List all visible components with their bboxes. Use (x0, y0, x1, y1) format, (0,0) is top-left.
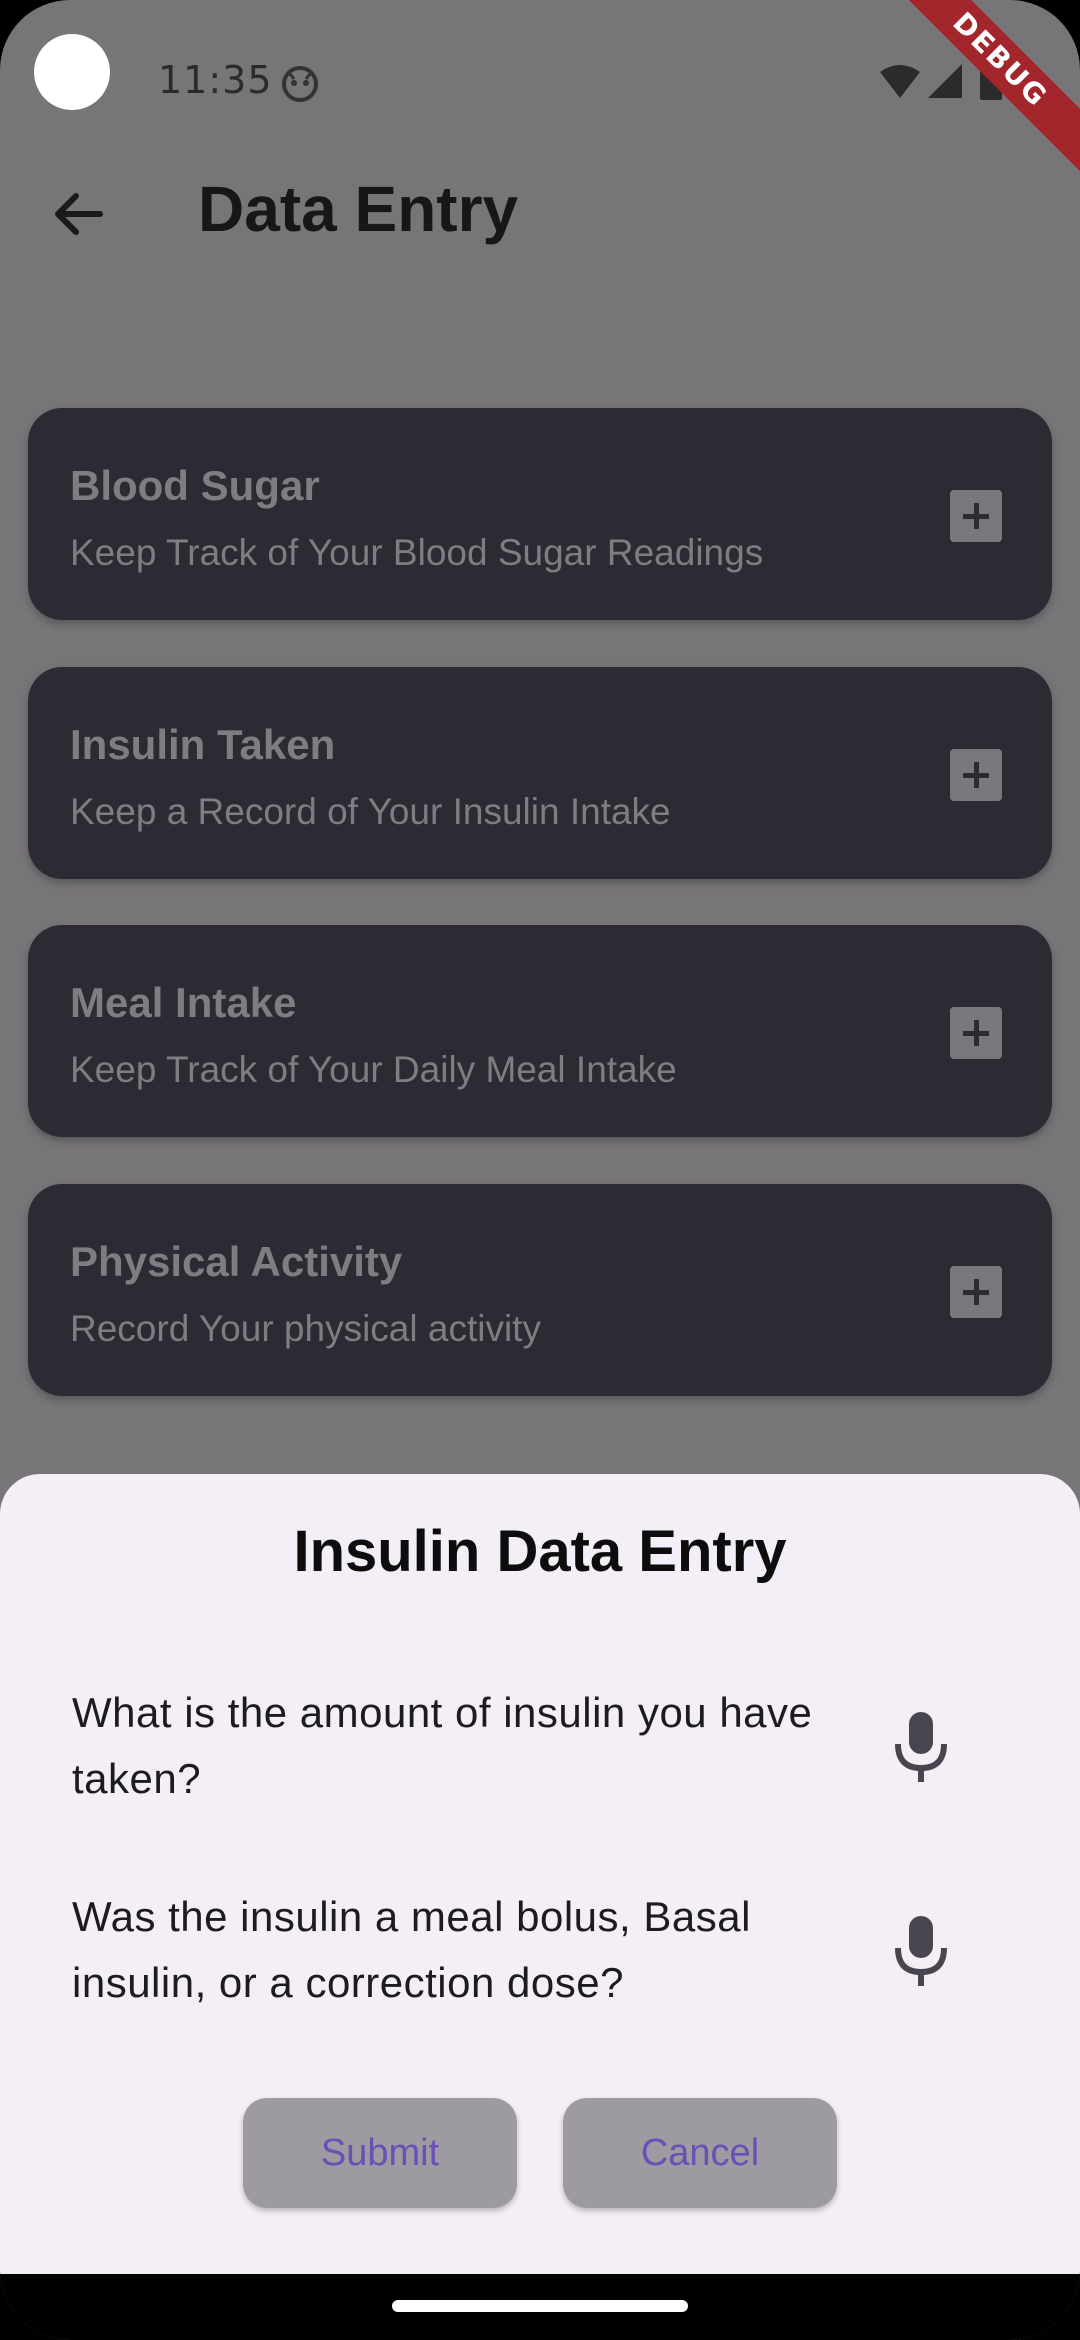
signal-icon (928, 64, 962, 98)
plus-box-icon[interactable] (950, 749, 1002, 801)
microphone-icon[interactable] (890, 1912, 952, 1992)
status-bar: 11:35 DEBUG (0, 0, 1080, 182)
card-title: Blood Sugar (70, 462, 320, 509)
card-subtitle: Keep a Record of Your Insulin Intake (70, 791, 671, 832)
page-title: Data Entry (198, 173, 519, 245)
question-insulin-amount: What is the amount of insulin you have t… (72, 1689, 813, 1802)
android-face-icon (282, 66, 318, 102)
microphone-icon[interactable] (890, 1708, 952, 1788)
question-insulin-type: Was the insulin a meal bolus, Basal insu… (72, 1893, 751, 2006)
insulin-entry-sheet: Insulin Data Entry What is the amount of… (0, 1474, 1080, 2274)
plus-box-icon[interactable] (950, 490, 1002, 542)
card-subtitle: Record Your physical activity (70, 1308, 541, 1349)
card-title: Insulin Taken (70, 721, 336, 768)
card-blood-sugar[interactable]: Blood Sugar Keep Track of Your Blood Sug… (28, 408, 1052, 620)
camera-cutout (34, 34, 110, 110)
card-meal-intake[interactable]: Meal Intake Keep Track of Your Daily Mea… (28, 925, 1052, 1137)
phone-screen: 11:35 DEBUG Data Entry Blood Sugar Keep … (0, 0, 1080, 2340)
card-subtitle: Keep Track of Your Daily Meal Intake (70, 1049, 677, 1090)
home-indicator[interactable] (392, 2300, 688, 2312)
card-insulin-taken[interactable]: Insulin Taken Keep a Record of Your Insu… (28, 667, 1052, 879)
wifi-icon (880, 65, 920, 98)
plus-box-icon[interactable] (950, 1007, 1002, 1059)
cancel-button[interactable]: Cancel (563, 2098, 837, 2208)
card-subtitle: Keep Track of Your Blood Sugar Readings (70, 532, 764, 573)
plus-box-icon[interactable] (950, 1266, 1002, 1318)
card-title: Physical Activity (70, 1238, 403, 1285)
card-title: Meal Intake (70, 979, 297, 1026)
card-physical-activity[interactable]: Physical Activity Record Your physical a… (28, 1184, 1052, 1396)
sheet-title: Insulin Data Entry (293, 1519, 787, 1584)
arrow-left-icon[interactable] (42, 176, 118, 252)
status-time: 11:35 (158, 58, 273, 102)
submit-button[interactable]: Submit (243, 2098, 517, 2208)
